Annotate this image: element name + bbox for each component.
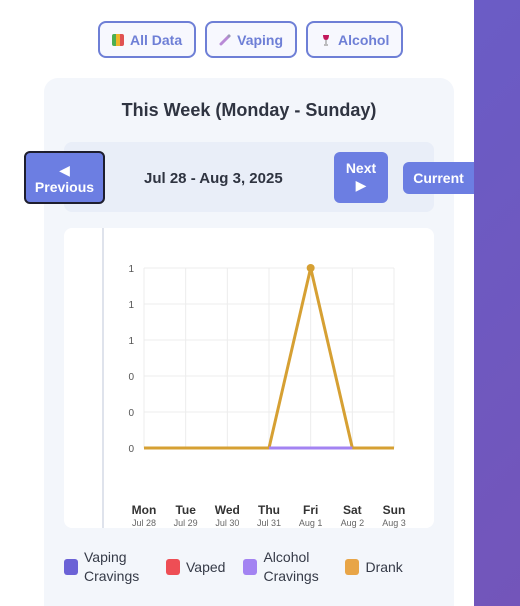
legend-label: Drank	[365, 558, 403, 575]
line-chart: 1 1 1 0 0 0 MonJul 28 TueJul 29 WedJul 30 ThuJul …	[102, 228, 406, 528]
y-tick-label: 1	[128, 300, 134, 311]
date-range-label: Jul 28 - Aug 3, 2025	[144, 170, 283, 187]
current-label: Current	[413, 170, 464, 186]
legend-label: Alcohol Cravings	[263, 549, 319, 584]
filter-all-data-button[interactable]: All Data	[98, 21, 197, 58]
current-week-button[interactable]: Current	[403, 162, 474, 194]
legend-swatch-drank	[345, 559, 360, 575]
filter-vaping-label: Vaping	[237, 31, 284, 48]
vape-icon	[219, 34, 231, 46]
next-week-button[interactable]: Next ▶	[334, 152, 388, 203]
x-tick-label: Tue	[175, 503, 196, 517]
x-tick-date-label: Jul 29	[174, 518, 198, 528]
filter-bar: All Data Vaping Alcohol	[98, 21, 404, 58]
legend-swatch-vaping-cravings	[64, 559, 78, 575]
previous-week-button[interactable]: ◀ Previous	[24, 151, 105, 204]
legend-item[interactable]: Alcohol Cravings	[243, 548, 327, 586]
legend-item[interactable]: Vaped	[166, 558, 225, 577]
filter-alcohol-label: Alcohol	[338, 31, 390, 48]
wine-glass-icon	[320, 34, 332, 46]
x-tick-date-label: Aug 1	[299, 518, 323, 528]
x-tick-label: Fri	[303, 503, 318, 517]
chart-legend: Vaping Cravings Vaped Alcohol Cravings D…	[64, 548, 444, 586]
x-tick-date-label: Aug 2	[341, 518, 365, 528]
y-tick-label: 0	[128, 372, 134, 383]
card-title: This Week (Monday - Sunday)	[121, 100, 377, 120]
legend-swatch-vaped	[166, 559, 180, 575]
legend-label: Vaped	[186, 558, 226, 575]
next-label: Next	[345, 160, 377, 176]
chart-container: 1 1 1 0 0 0 Mon Jul 28 Tue Jul 29 Wed Jul 30 Thu Jul …	[64, 228, 434, 528]
data-point	[306, 264, 315, 272]
legend-label: Vaping Cravings	[84, 549, 140, 584]
x-tick-date-label: Jul 30	[215, 518, 239, 528]
x-tick-label: Sun	[383, 503, 406, 517]
filter-alcohol-button[interactable]: Alcohol	[306, 21, 404, 58]
x-tick-date-label: Jul 28	[132, 518, 156, 528]
y-tick-label: 1	[128, 264, 134, 275]
bar-chart-icon	[112, 33, 124, 46]
x-tick-label: Thu	[258, 503, 280, 517]
x-tick-date-label: Aug 3	[382, 518, 406, 528]
arrow-right-icon: ▶	[355, 177, 367, 193]
filter-vaping-button[interactable]: Vaping	[205, 21, 298, 58]
x-tick-label: Wed	[215, 503, 240, 517]
x-tick-label: Mon	[132, 503, 157, 517]
y-tick-label: 0	[128, 444, 134, 455]
legend-swatch-alcohol-cravings	[243, 559, 258, 575]
arrow-left-icon: ◀	[59, 162, 70, 178]
x-tick-label: Sat	[343, 503, 362, 517]
y-tick-label: 1	[128, 336, 134, 347]
legend-item[interactable]: Vaping Cravings	[64, 548, 148, 586]
legend-item[interactable]: Drank	[345, 558, 403, 577]
x-tick-date-label: Jul 31	[257, 518, 281, 528]
y-tick-label: 0	[128, 408, 134, 419]
filter-all-data-label: All Data	[130, 31, 183, 48]
previous-label: Previous	[34, 179, 95, 195]
